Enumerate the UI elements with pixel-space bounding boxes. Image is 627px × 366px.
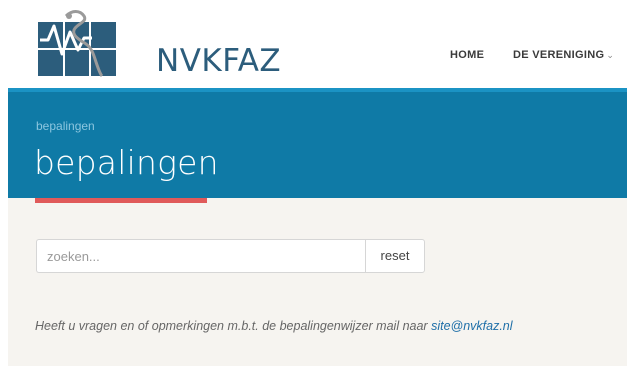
contact-email-link[interactable]: site@nvkfaz.nl [431, 319, 512, 333]
chevron-down-icon: ⌄ [606, 50, 615, 60]
title-accent-bar [35, 198, 207, 203]
main-nav: HOME DE VERENIGING ⌄ [0, 45, 627, 65]
breadcrumb[interactable]: bepalingen [36, 119, 95, 133]
nav-item-label: DE VERENIGING [513, 49, 605, 61]
page-hero: bepalingen bepalingen [8, 88, 627, 198]
nav-item-home[interactable]: HOME [450, 45, 484, 65]
site-header: NVKFAZ HOME DE VERENIGING ⌄ [0, 0, 627, 88]
content-area [8, 198, 627, 366]
contact-note-text: Heeft u vragen en of opmerkingen m.b.t. … [35, 319, 432, 333]
contact-note: Heeft u vragen en of opmerkingen m.b.t. … [35, 319, 513, 333]
search-input[interactable] [36, 239, 366, 273]
page-title: bepalingen [34, 143, 219, 182]
nav-item-de-vereniging[interactable]: DE VERENIGING ⌄ [513, 45, 614, 65]
reset-button[interactable]: reset [365, 239, 425, 273]
